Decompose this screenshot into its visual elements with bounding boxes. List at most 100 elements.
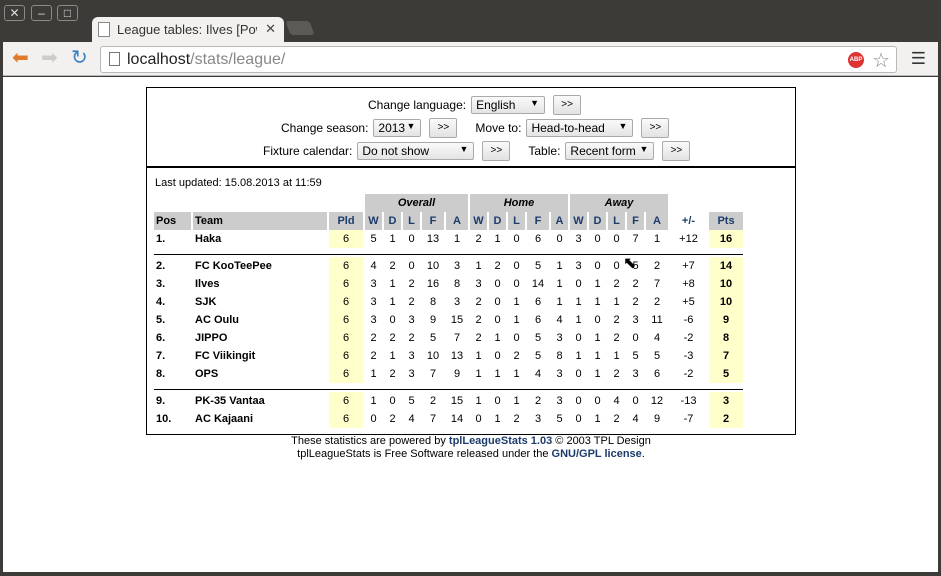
reload-icon[interactable]: ↻ bbox=[71, 48, 88, 68]
page-content: Change language: English >> Change seaso… bbox=[3, 77, 938, 572]
stat-cell: 0 bbox=[575, 278, 582, 290]
stat-cell: 6 bbox=[534, 296, 542, 308]
stat-cell: 16 bbox=[426, 278, 440, 290]
stat-cell: 3 bbox=[453, 296, 461, 308]
bookmark-star-icon[interactable]: ☆ bbox=[872, 48, 890, 73]
stat-cell: 3 bbox=[534, 413, 542, 425]
column-header: D bbox=[589, 212, 606, 230]
stat-cell: 2 bbox=[389, 413, 396, 425]
menu-icon[interactable]: ☰ bbox=[911, 50, 926, 67]
close-window-button[interactable]: ✕ bbox=[4, 5, 25, 21]
language-select[interactable]: English bbox=[471, 96, 546, 114]
stat-cell: 1 bbox=[513, 296, 520, 308]
stat-cell: 2 bbox=[389, 332, 396, 344]
team-name: JIPPO bbox=[195, 332, 228, 344]
separator-line bbox=[154, 383, 743, 392]
stat-cell: 1 bbox=[594, 332, 601, 344]
stat-cell: 1 bbox=[453, 233, 461, 245]
stat-cell: 3 bbox=[408, 314, 415, 326]
stat-cell: 1 bbox=[556, 278, 563, 290]
table-row: 3. Ilves 6 3 1 2 16 8 3 0 0 14 1 0 1 2 2 7 +8 10 bbox=[154, 275, 743, 293]
column-header: W bbox=[470, 212, 487, 230]
maximize-window-button[interactable]: □ bbox=[57, 5, 78, 21]
team-name: OPS bbox=[195, 368, 219, 380]
stat-cell: 1 bbox=[594, 296, 601, 308]
stat-cell: 9 bbox=[429, 314, 437, 326]
fixture-select[interactable]: Do not show bbox=[357, 142, 475, 160]
stat-cell: 0 bbox=[594, 314, 601, 326]
table-select[interactable]: Recent form bbox=[565, 142, 655, 160]
column-header: F bbox=[527, 212, 549, 230]
points-cell: 16 bbox=[709, 230, 743, 248]
fixture-go-button[interactable]: >> bbox=[482, 141, 511, 161]
adblock-icon[interactable]: ABP bbox=[848, 52, 864, 68]
stat-cell: 3 bbox=[370, 278, 377, 290]
stat-cell: 1 bbox=[613, 350, 620, 362]
stat-cell: 0 bbox=[494, 296, 501, 308]
stat-cell: 5 bbox=[408, 395, 415, 407]
stat-cell: 1 bbox=[389, 278, 396, 290]
stat-cell: 3 bbox=[575, 233, 582, 245]
stat-cell: 2 bbox=[475, 296, 482, 308]
stat-cell: 0 bbox=[494, 395, 501, 407]
stat-cell: 15 bbox=[450, 314, 464, 326]
tplleaguestats-link[interactable]: tplLeagueStats 1.03 bbox=[449, 435, 552, 447]
stat-cell: 1 bbox=[594, 413, 601, 425]
table-label: Table: bbox=[528, 144, 561, 158]
stat-cell: 3 bbox=[575, 260, 582, 272]
stat-cell: 13 bbox=[450, 350, 464, 362]
address-bar[interactable]: localhost/stats/league/ ABP ☆ bbox=[100, 46, 897, 73]
table-go-button[interactable]: >> bbox=[662, 141, 691, 161]
last-updated: Last updated: 15.08.2013 at 11:59 bbox=[155, 177, 322, 189]
moveto-label: Move to: bbox=[475, 121, 522, 135]
stat-cell: 0 bbox=[370, 413, 377, 425]
table-separator bbox=[154, 383, 743, 392]
team-name: Ilves bbox=[195, 278, 220, 290]
goal-diff-cell: +8 bbox=[682, 278, 695, 290]
team-name: SJK bbox=[195, 296, 217, 308]
stat-cell: 10 bbox=[426, 260, 440, 272]
new-tab-button[interactable] bbox=[285, 21, 315, 35]
stat-cell: 0 bbox=[594, 233, 601, 245]
column-header: A bbox=[646, 212, 668, 230]
points-cell: 14 bbox=[709, 257, 743, 275]
column-header: +/- bbox=[681, 215, 696, 227]
position-cell: 2. bbox=[156, 260, 166, 272]
stat-cell: 1 bbox=[389, 233, 396, 245]
table-row: 2. FC KooTeePee 6 4 2 0 10 3 1 2 0 5 1 3 0 0 5 2 +7 14 bbox=[154, 257, 743, 275]
played-cell: 6 bbox=[329, 275, 363, 293]
moveto-select[interactable]: Head-to-head bbox=[526, 119, 634, 137]
gpl-license-link[interactable]: GNU/GPL license bbox=[552, 448, 642, 460]
stat-cell: 1 bbox=[389, 296, 396, 308]
minimize-window-button[interactable]: – bbox=[31, 5, 52, 21]
back-icon[interactable]: ⬅ bbox=[12, 48, 29, 68]
fixture-label: Fixture calendar: bbox=[263, 144, 353, 158]
stat-cell: 4 bbox=[408, 413, 415, 425]
stat-cell: 5 bbox=[534, 350, 542, 362]
tab-league-tables[interactable]: League tables: Ilves [Powe ✕ bbox=[92, 17, 284, 43]
url-path: /stats/league/ bbox=[190, 51, 286, 68]
stat-cell: 15 bbox=[450, 395, 464, 407]
stat-cell: 0 bbox=[408, 260, 415, 272]
points-cell: 9 bbox=[709, 311, 743, 329]
goal-diff-cell: -7 bbox=[683, 413, 694, 425]
stat-cell: 3 bbox=[408, 368, 415, 380]
team-name: Haka bbox=[195, 233, 222, 245]
stat-cell: 5 bbox=[429, 332, 437, 344]
stat-cell: 2 bbox=[613, 278, 620, 290]
close-tab-icon[interactable]: ✕ bbox=[265, 21, 276, 37]
stat-cell: 0 bbox=[494, 350, 501, 362]
stat-cell: 4 bbox=[653, 332, 661, 344]
points-cell: 7 bbox=[709, 347, 743, 365]
column-header: Pld bbox=[329, 212, 363, 230]
season-select[interactable]: 2013 bbox=[373, 119, 422, 137]
mouse-cursor: ⬉ bbox=[623, 255, 637, 272]
stat-cell: 11 bbox=[651, 314, 663, 326]
table-row: 9. PK-35 Vantaa 6 1 0 5 2 15 1 0 1 2 3 0 0 4 0 12 -13 3 bbox=[154, 392, 743, 410]
moveto-go-button[interactable]: >> bbox=[641, 118, 670, 138]
footer-text: tplLeagueStats is Free Software released… bbox=[297, 448, 552, 460]
language-go-button[interactable]: >> bbox=[553, 95, 582, 115]
stat-cell: 0 bbox=[475, 413, 482, 425]
season-go-button[interactable]: >> bbox=[429, 118, 458, 138]
forward-icon[interactable]: ➡ bbox=[41, 48, 58, 68]
